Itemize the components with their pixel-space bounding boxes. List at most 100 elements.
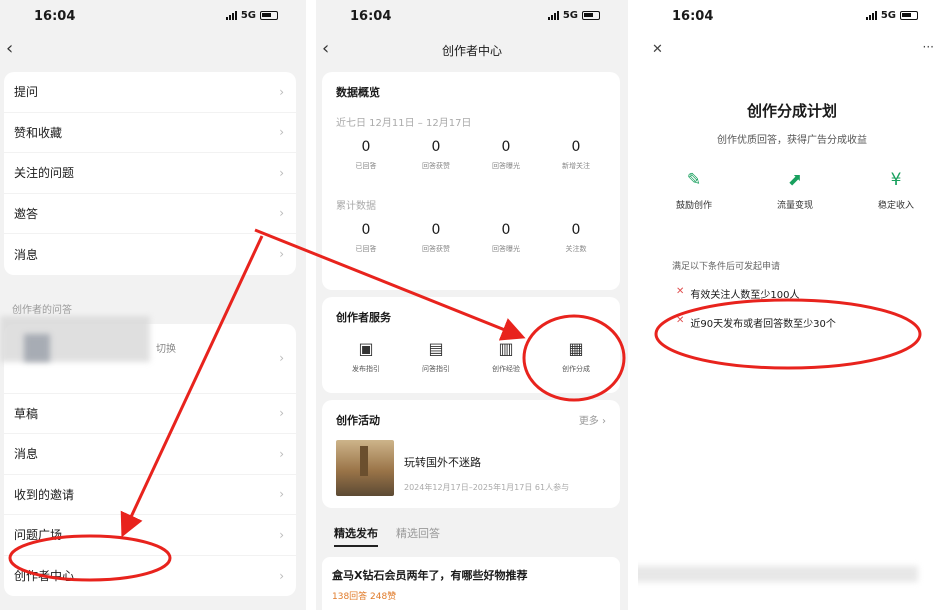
more-link[interactable]: 更多 › xyxy=(579,412,606,428)
feature-list: ✎ 鼓励创作 ⬈ 流量变现 ¥ 稳定收入 xyxy=(664,170,926,211)
menu-item-messages-2[interactable]: 消息 › xyxy=(4,434,296,475)
status-bar: 16:04 5G xyxy=(0,0,306,34)
edit-icon: ✎ xyxy=(686,170,702,190)
stat-label: 关注数 xyxy=(565,245,587,253)
battery-icon xyxy=(582,11,600,20)
activity-title: 创作活动 xyxy=(336,414,380,427)
feature-label: 鼓励创作 xyxy=(675,201,712,211)
publish-guide-icon: ▣ xyxy=(358,339,374,358)
status-time: 16:04 xyxy=(34,9,76,24)
stat-value: 0 xyxy=(501,222,511,238)
feature-label: 流量变现 xyxy=(776,201,813,211)
menu-item-likes[interactable]: 赞和收藏 › xyxy=(4,113,296,153)
stat-label: 回答曝光 xyxy=(492,162,520,170)
service-experience[interactable]: ▥ 创作经验 xyxy=(476,339,536,374)
feature-item: ¥ 稳定收入 xyxy=(866,170,926,211)
activity-header: 创作活动 更多 › xyxy=(336,412,606,428)
stat-item[interactable]: 0 回答获赞 xyxy=(406,139,466,171)
total-stats: 0 已回答 0 回答获赞 0 回答曝光 0 关注数 xyxy=(336,222,606,254)
chevron-right-icon: › xyxy=(279,568,284,583)
chevron-right-icon: › xyxy=(279,206,284,221)
week-stats: 0 已回答 0 回答获赞 0 回答曝光 0 新增关注 xyxy=(336,139,606,171)
status-time: 16:04 xyxy=(350,9,392,24)
plan-subtitle: 创作优质回答，获得广告分成收益 xyxy=(717,135,867,146)
menu-item-followed[interactable]: 关注的问题 › xyxy=(4,153,296,194)
activity-meta: 2024年12月17日–2025年1月17日 61人参与 xyxy=(404,483,570,492)
condition-item: ✕ 有效关注人数至少100人 xyxy=(676,286,946,301)
page-title: 创作者中心 xyxy=(441,44,502,58)
blurred-avatar-dark xyxy=(24,334,50,362)
stat-item[interactable]: 0 回答获赞 xyxy=(406,222,466,254)
status-time: 16:04 xyxy=(672,9,714,24)
menu-label: 收到的邀请 xyxy=(14,487,75,502)
stat-item[interactable]: 0 已回答 xyxy=(336,222,396,254)
tab-featured-posts[interactable]: 精选发布 xyxy=(334,525,378,547)
stat-value: 0 xyxy=(431,222,441,238)
service-qa-guide[interactable]: ▤ 问答指引 xyxy=(406,339,466,374)
tab-featured-answers[interactable]: 精选回答 xyxy=(396,525,440,547)
condition-text: 近90天发布或者回答数至少30个 xyxy=(690,319,836,330)
menu-label: 草稿 xyxy=(14,406,39,421)
menu-item-messages[interactable]: 消息 › xyxy=(4,234,296,275)
menu-label: 创作者中心 xyxy=(14,569,75,584)
stat-item[interactable]: 0 关注数 xyxy=(546,222,606,254)
condition-text: 有效关注人数至少100人 xyxy=(690,290,800,301)
menu-label: 问题广场 xyxy=(14,528,63,543)
signal-icon xyxy=(865,11,877,20)
activity-item[interactable]: 玩转国外不迷路 2024年12月17日–2025年1月17日 61人参与 xyxy=(336,440,606,496)
nav-bar: ‹ xyxy=(0,34,306,66)
menu-label: 消息 xyxy=(14,247,39,262)
feature-item: ✎ 鼓励创作 xyxy=(664,170,724,211)
service-revenue-share[interactable]: ▦ 创作分成 xyxy=(546,339,606,374)
chevron-right-icon: › xyxy=(279,247,284,262)
feature-label: 稳定收入 xyxy=(877,201,914,211)
feature-item: ⬈ 流量变现 xyxy=(765,170,825,211)
stat-label: 已回答 xyxy=(355,245,377,253)
battery-icon xyxy=(260,11,278,20)
menu-item-invite[interactable]: 邀答 › xyxy=(4,194,296,234)
status-bar: 16:04 5G xyxy=(638,0,946,34)
stat-item[interactable]: 0 回答曝光 xyxy=(476,139,536,171)
menu-item-ask[interactable]: 提问 › xyxy=(4,72,296,113)
menu-label: 邀答 xyxy=(14,206,39,221)
chevron-right-icon: › xyxy=(279,487,284,502)
post-title: 盒马X钻石会员两年了，有哪些好物推荐 xyxy=(332,569,528,582)
chevron-right-icon: › xyxy=(279,165,284,180)
overview-title: 数据概览 xyxy=(336,86,380,99)
more-icon[interactable]: ··· xyxy=(923,40,934,54)
nav-bar: ✕ ··· xyxy=(638,34,946,66)
chevron-right-icon: › xyxy=(279,125,284,140)
phone-panel-revenue-plan: 16:04 5G ✕ ··· 创作分成计划 创作优质回答，获得广告分成收益 ✎ 鼓… xyxy=(638,0,946,610)
menu-label: 提问 xyxy=(14,85,39,100)
chevron-right-icon: › xyxy=(279,84,284,99)
activity-card: 创作活动 更多 › 玩转国外不迷路 2024年12月17日–2025年1月17日… xyxy=(322,400,620,508)
condition-item: ✕ 近90天发布或者回答数至少30个 xyxy=(676,315,946,330)
status-bar: 16:04 5G xyxy=(316,0,628,34)
menu-item-creator-center[interactable]: 创作者中心 › xyxy=(4,556,296,597)
stat-item[interactable]: 0 回答曝光 xyxy=(476,222,536,254)
yen-icon: ¥ xyxy=(890,170,902,190)
qa-guide-icon: ▤ xyxy=(428,339,444,358)
service-publish-guide[interactable]: ▣ 发布指引 xyxy=(336,339,396,374)
signal-icon xyxy=(547,11,559,20)
service-label: 发布指引 xyxy=(352,365,380,373)
stat-label: 新增关注 xyxy=(562,162,590,170)
menu-item-square[interactable]: 问题广场 › xyxy=(4,515,296,556)
cross-icon: ✕ xyxy=(676,286,685,297)
cross-icon: ✕ xyxy=(676,315,685,326)
stat-value: 0 xyxy=(431,139,441,155)
menu-item-invitations[interactable]: 收到的邀请 › xyxy=(4,475,296,515)
stat-item[interactable]: 0 已回答 xyxy=(336,139,396,171)
chevron-right-icon: › xyxy=(279,351,284,365)
chevron-right-icon: › xyxy=(279,527,284,542)
signal-area: 5G xyxy=(865,10,918,21)
activity-name: 玩转国外不迷路 xyxy=(404,456,481,469)
menu-label: 赞和收藏 xyxy=(14,125,63,140)
menu-item-drafts[interactable]: 草稿 › xyxy=(4,394,296,434)
stat-item[interactable]: 0 新增关注 xyxy=(546,139,606,171)
services-card: 创作者服务 ▣ 发布指引 ▤ 问答指引 ▥ 创作经验 ▦ 创作分成 xyxy=(322,297,620,393)
back-icon[interactable]: ‹ xyxy=(6,38,13,59)
chevron-right-icon: › xyxy=(279,446,284,461)
post-item[interactable]: 盒马X钻石会员两年了，有哪些好物推荐 138回答 248赞 xyxy=(322,557,620,610)
close-icon[interactable]: ✕ xyxy=(652,42,663,57)
